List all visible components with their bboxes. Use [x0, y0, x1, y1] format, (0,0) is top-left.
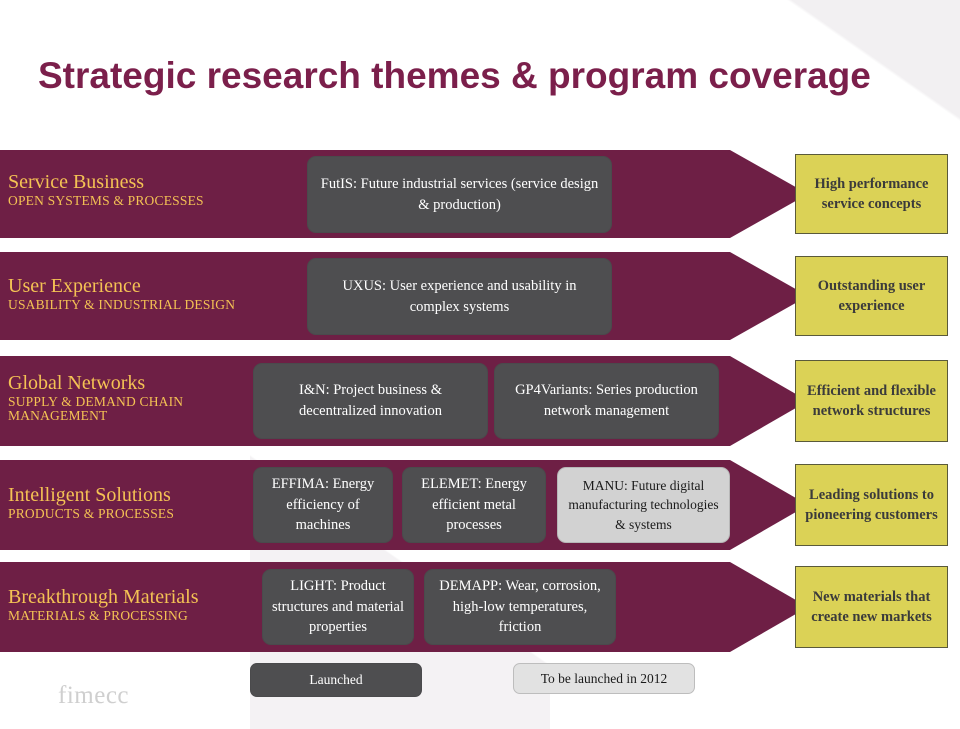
- program-box-manu[interactable]: MANU: Future digital manufacturing techn…: [557, 467, 730, 543]
- outcome-box-efficient-flexible-network-structures: Efficient and flexible network structure…: [795, 360, 948, 442]
- program-box-effima[interactable]: EFFIMA: Energy efficiency of machines: [253, 467, 393, 543]
- page-title: Strategic research themes & program cove…: [38, 55, 871, 96]
- theme-row-intelligent-solutions: Intelligent Solutions PRODUCTS & PROCESS…: [0, 460, 810, 550]
- program-box-light[interactable]: LIGHT: Product structures and material p…: [262, 569, 414, 645]
- program-box-elemet[interactable]: ELEMET: Energy efficient metal processes: [402, 467, 546, 543]
- legend-launched: Launched: [250, 663, 422, 697]
- program-box-demapp[interactable]: DEMAPP: Wear, corrosion, high-low temper…: [424, 569, 616, 645]
- program-box-gp4variants[interactable]: GP4Variants: Series production network m…: [494, 363, 719, 439]
- program-box-uxus[interactable]: UXUS: User experience and usability in c…: [307, 258, 612, 335]
- program-box-futis[interactable]: FutIS: Future industrial services (servi…: [307, 156, 612, 233]
- slide-canvas: Strategic research themes & program cove…: [0, 0, 960, 729]
- fimecc-logo: fimecc: [58, 682, 130, 709]
- theme-row-breakthrough-materials: Breakthrough Materials MATERIALS & PROCE…: [0, 562, 810, 652]
- outcome-box-high-performance-service-concepts: High performance service concepts: [795, 154, 948, 234]
- outcome-box-outstanding-user-experience: Outstanding user experience: [795, 256, 948, 336]
- legend-to-be-launched: To be launched in 2012: [513, 663, 695, 694]
- theme-row-user-experience: User Experience USABILITY & INDUSTRIAL D…: [0, 252, 810, 340]
- theme-row-global-networks: Global Networks SUPPLY & DEMAND CHAIN MA…: [0, 356, 810, 446]
- outcome-box-new-materials-that-create-new-markets: New materials that create new markets: [795, 566, 948, 648]
- theme-row-service-business: Service Business OPEN SYSTEMS & PROCESSE…: [0, 150, 810, 238]
- outcome-box-leading-solutions-to-pioneering-customers: Leading solutions to pioneering customer…: [795, 464, 948, 546]
- program-box-in[interactable]: I&N: Project business & decentralized in…: [253, 363, 488, 439]
